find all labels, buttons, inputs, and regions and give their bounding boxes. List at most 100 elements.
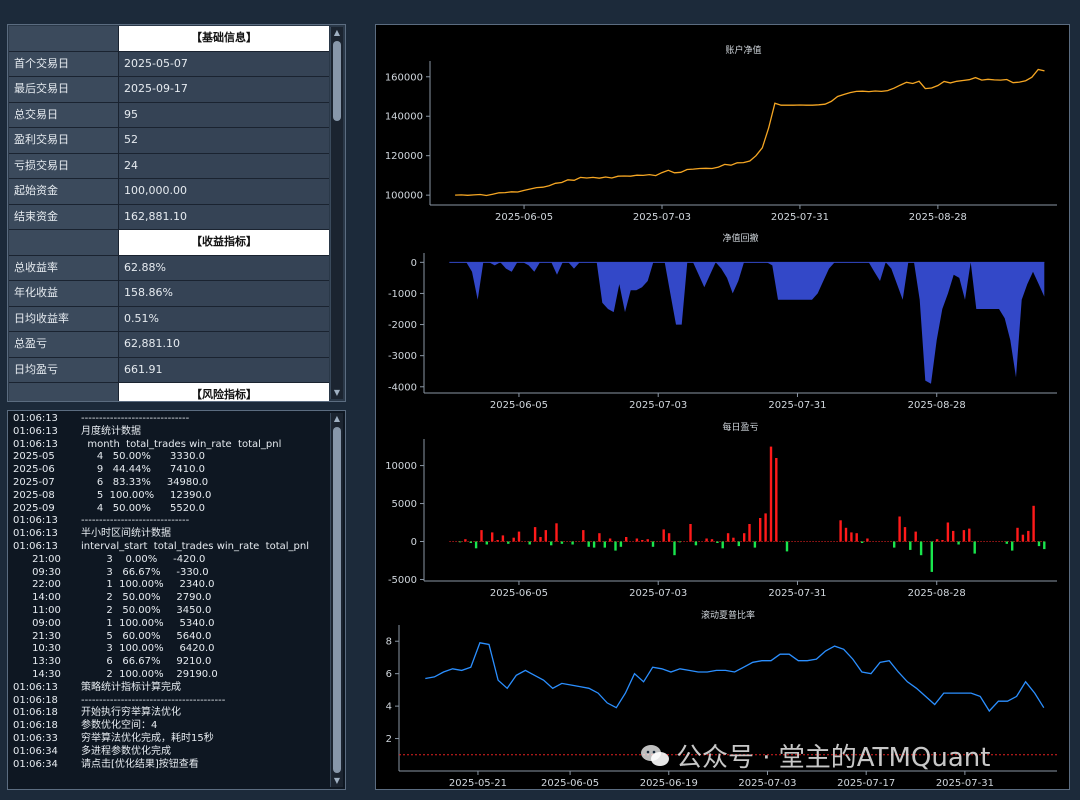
stats-row: 总收益率 62.88%: [9, 255, 329, 281]
pnl-bar: [930, 541, 933, 572]
log-time: 01:06:13: [13, 528, 58, 540]
pnl-bar: [619, 541, 623, 547]
pnl-bar: [480, 530, 483, 542]
log-scrollbar[interactable]: ▲ ▼: [330, 413, 343, 787]
pnl-bar: [721, 541, 724, 549]
x-tick-label: 2025-06-05: [490, 588, 548, 599]
stats-table: 【基础信息】 首个交易日 2025-05-07 最后交易日 2025-09-17 总交易日…: [9, 26, 329, 401]
y-tick-label: 5000: [392, 499, 417, 510]
x-tick-label: 2025-08-28: [909, 212, 967, 223]
pnl-bar: [952, 530, 955, 542]
log-time: 09:00: [13, 617, 61, 629]
stats-value: 62,881.10: [119, 332, 329, 357]
pnl-bar: [946, 522, 950, 542]
log-time: 14:00: [13, 592, 61, 604]
scroll-thumb[interactable]: [333, 427, 341, 773]
scroll-thumb[interactable]: [333, 41, 341, 121]
stats-row: 起始资金 100,000.00: [9, 179, 329, 205]
chart-title: 每日盈亏: [722, 421, 758, 433]
log-line: 14:30 2 100.00% 29190.0: [13, 669, 331, 682]
x-tick-label: 2025-07-31: [768, 400, 826, 411]
stats-value: 24: [119, 153, 329, 178]
stats-row: 日均盈亏 661.91: [9, 357, 329, 383]
x-tick-label: 2025-07-31: [768, 588, 826, 599]
y-tick-label: 100000: [385, 191, 423, 202]
scroll-up-icon[interactable]: ▲: [331, 413, 343, 425]
x-tick-label: 2025-07-17: [837, 778, 895, 789]
stats-value: 95: [119, 102, 329, 127]
pnl-bar: [973, 541, 976, 554]
x-tick-label: 2025-07-31: [771, 212, 829, 223]
y-tick-label: 0: [411, 258, 417, 269]
log-line: 2025-09 4 50.00% 5520.0: [13, 503, 331, 516]
stats-row: 总交易日 95: [9, 102, 329, 128]
stats-key: 总收益率: [9, 255, 119, 280]
stats-section-header: 【基础信息】: [9, 26, 329, 52]
log-message: ------------------------------: [81, 413, 190, 424]
scroll-up-icon[interactable]: ▲: [331, 27, 343, 39]
scroll-down-icon[interactable]: ▼: [331, 387, 343, 399]
pnl-bar: [528, 541, 531, 545]
log-message: 1 100.00% 5340.0: [81, 617, 215, 629]
x-tick-label: 2025-07-03: [633, 212, 691, 223]
log-message: 9 44.44% 7410.0: [81, 464, 205, 476]
log-line: 01:06:18 开始执行穷举算法优化: [13, 707, 331, 720]
stats-row: 盈利交易日 52: [9, 128, 329, 154]
stats-value: 100,000.00: [119, 179, 329, 204]
y-tick-label: 160000: [385, 72, 423, 83]
log-message: 策略统计指标计算完成: [81, 681, 181, 693]
log-time: 01:06:13: [13, 540, 58, 552]
stats-key: [9, 26, 119, 51]
stats-key: [9, 383, 119, 401]
stats-scrollbar[interactable]: ▲ ▼: [330, 27, 343, 399]
stats-key: 总交易日: [9, 102, 119, 127]
pnl-bar: [458, 541, 462, 543]
log-line: 01:06:13 ------------------------------: [13, 515, 331, 528]
pnl-bar: [957, 541, 960, 545]
y-tick-label: 120000: [385, 151, 423, 162]
stats-key: 日均盈亏: [9, 357, 119, 382]
pnl-bar: [1043, 541, 1046, 550]
pnl-bar: [491, 532, 494, 542]
pnl-bar: [1037, 541, 1041, 547]
stats-row: 总盈亏 62,881.10: [9, 332, 329, 358]
log-line: 13:30 6 66.67% 9210.0: [13, 656, 331, 669]
pnl-bar: [710, 539, 714, 542]
pnl-bar: [635, 538, 639, 542]
log-time: 01:06:13: [13, 438, 58, 450]
stats-row: 最后交易日 2025-09-17: [9, 77, 329, 103]
log-time: 01:06:34: [13, 745, 58, 757]
log-time: 01:06:33: [13, 732, 58, 744]
x-tick-label: 2025-05-21: [449, 778, 507, 789]
chart-title: 滚动夏普比率: [701, 609, 755, 621]
pnl-bar: [893, 541, 896, 548]
log-message: 3 100.00% 6420.0: [81, 643, 215, 655]
log-message: 4 50.00% 3330.0: [81, 451, 205, 463]
pnl-bar: [474, 541, 478, 549]
log-line: 09:00 1 100.00% 5340.0: [13, 618, 331, 631]
x-tick-label: 2025-07-03: [629, 588, 687, 599]
log-time: 2025-07: [13, 476, 55, 488]
pnl-bar: [769, 446, 773, 542]
series-line: [425, 642, 1045, 713]
chart-title: 净值回撤: [722, 232, 758, 244]
pnl-bar: [1016, 527, 1019, 542]
charts-svg: 账户净值1000001200001400001600002025-06-05 20…: [385, 44, 1057, 789]
y-tick-label: 6: [386, 669, 392, 680]
pnl-bar: [667, 533, 671, 542]
stats-value: 2025-05-07: [119, 51, 329, 76]
log-line: 21:30 5 60.00% 5640.0: [13, 631, 331, 644]
pnl-bar: [898, 516, 901, 542]
pnl-bar: [737, 541, 740, 547]
stats-key: 亏损交易日: [9, 153, 119, 178]
stats-row: 年化收益 158.86%: [9, 281, 329, 307]
pnl-bar: [866, 538, 869, 542]
log-time: 21:30: [13, 630, 61, 642]
pnl-bar: [625, 537, 628, 542]
pnl-bar: [759, 518, 762, 542]
y-tick-label: -2000: [388, 320, 417, 331]
pnl-bar: [587, 541, 590, 547]
scroll-down-icon[interactable]: ▼: [331, 775, 343, 787]
log-time: 01:06:13: [13, 425, 58, 437]
log-time: 01:06:13: [13, 413, 58, 424]
